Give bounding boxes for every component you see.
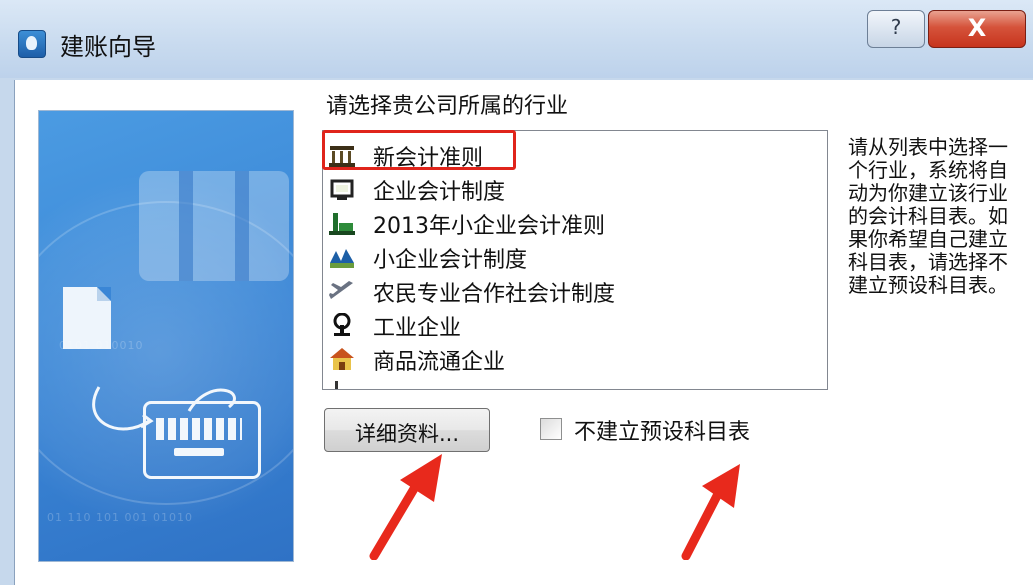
crops-icon [330, 249, 354, 268]
factory-icon [329, 213, 355, 235]
industry-prompt: 请选择贵公司所属的行业 [326, 94, 569, 119]
close-icon: X [967, 14, 987, 42]
list-item-label: 企业会计制度 [373, 180, 506, 205]
binary-text: 01 110 101 001 01010 [47, 511, 193, 524]
list-item[interactable]: 小企业会计制度 [323, 239, 785, 273]
wizard-window: 建账向导 ? X 0101 010010 01 110 101 001 0101… [0, 0, 1033, 585]
help-icon: ? [890, 15, 902, 39]
list-item[interactable]: 2013年小企业会计准则 [323, 205, 785, 239]
checkbox-label: 不建立预设科目表 [574, 420, 751, 445]
instruction-text: 请从列表中选择一个行业，系统将自动为你建立该行业的会计科目表。如果你希望自己建立… [848, 135, 1008, 297]
help-button[interactable]: ? [867, 10, 925, 48]
title-bar: 建账向导 ? X [0, 0, 1033, 78]
details-button-label: 详细资料... [354, 422, 460, 446]
briefcase-strap [235, 171, 249, 281]
list-item-label: 2013年小企业会计准则 [373, 214, 605, 239]
tv-monitor-icon [330, 179, 354, 200]
list-item[interactable]: 工业企业 [323, 307, 785, 341]
red-arrow-icon [369, 454, 442, 560]
wizard-illustration: 0101 010010 01 110 101 001 01010 [38, 110, 294, 562]
house-icon [330, 348, 354, 370]
list-item-label: 商品流通企业 [373, 350, 506, 375]
list-item-label: 工业企业 [373, 316, 462, 341]
list-item-partial[interactable] [323, 375, 785, 389]
list-item[interactable]: 企业会计制度 [323, 171, 785, 205]
industry-icon [333, 313, 351, 336]
binary-text: 0101 010010 [59, 339, 144, 352]
keyboard-spacebar [174, 448, 224, 456]
close-button[interactable]: X [928, 10, 1026, 48]
briefcase-icon [139, 171, 289, 281]
app-icon [18, 30, 46, 58]
list-item[interactable]: 农民专业合作社会计制度 [323, 273, 785, 307]
list-item-label: 农民专业合作社会计制度 [373, 282, 616, 307]
checkbox-box[interactable] [540, 418, 562, 440]
red-arrow-icon [681, 464, 740, 560]
briefcase-strap [179, 171, 193, 281]
airplane-icon [329, 281, 353, 299]
selection-highlight-box [322, 130, 516, 170]
partial-icon [335, 381, 338, 389]
list-item[interactable]: 商品流通企业 [323, 341, 785, 375]
window-title: 建账向导 [60, 33, 156, 61]
list-item-label: 小企业会计制度 [373, 248, 528, 273]
details-button[interactable]: 详细资料... [324, 408, 490, 452]
keyboard-keys [156, 418, 242, 440]
keyboard-icon [143, 401, 261, 479]
